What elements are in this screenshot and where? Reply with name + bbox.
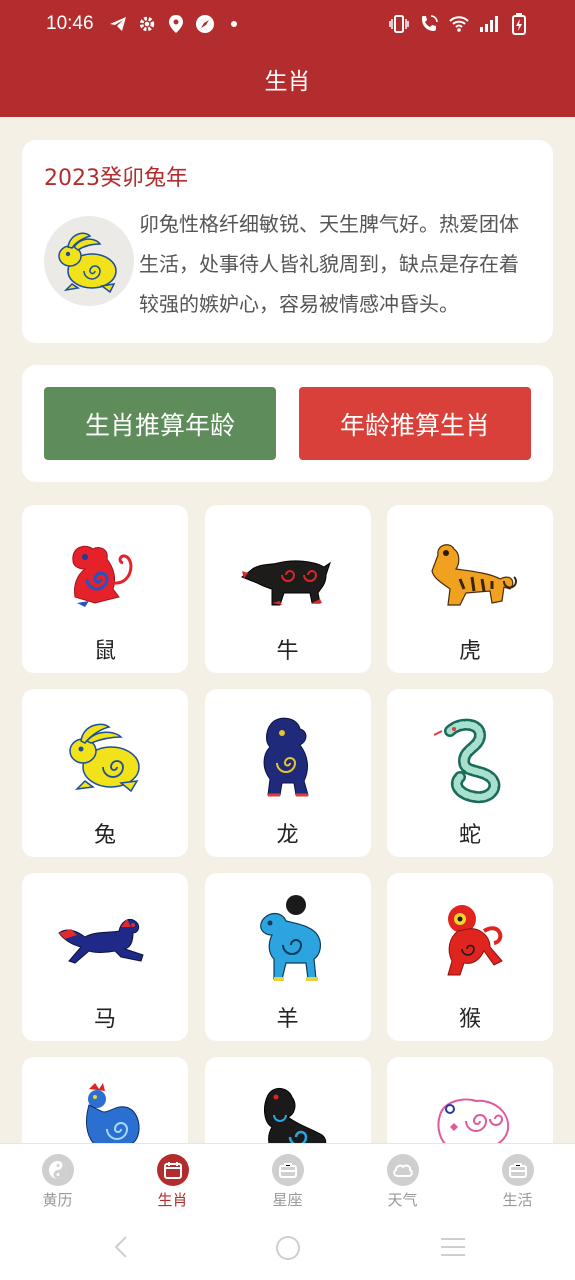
age-to-zodiac-button[interactable]: 年龄推算生肖 [299, 387, 531, 460]
zodiac-card-rabbit[interactable]: 兔 [22, 689, 188, 857]
ox-icon [240, 560, 331, 606]
zodiac-label: 牛 [276, 639, 299, 664]
zodiac-label: 龙 [276, 823, 299, 848]
top-header: 10:46 生肖 [0, 0, 575, 117]
zodiac-label: 虎 [458, 639, 481, 664]
nav-item-zodiac[interactable]: 生肖 [115, 1144, 230, 1213]
status-time: 10:46 [46, 13, 94, 34]
rabbit-icon [69, 723, 140, 793]
location-icon [166, 14, 186, 34]
system-nav-bar [0, 1213, 575, 1280]
zodiac-card-dragon[interactable]: 龙 [204, 689, 371, 857]
zodiac-card-tiger[interactable]: 虎 [387, 505, 553, 673]
telegram-icon [108, 14, 128, 34]
year-title: 2023癸卯兔年 [44, 166, 188, 191]
zodiac-label: 猴 [458, 1007, 481, 1032]
briefcase-icon [501, 1154, 534, 1186]
nav-item-weather[interactable]: 天气 [345, 1144, 460, 1213]
zodiac-label: 兔 [93, 823, 116, 848]
zodiac-card-rat[interactable]: 鼠 [22, 505, 188, 673]
horse-icon [58, 918, 144, 964]
battery-charging-icon [509, 13, 529, 35]
nav-label: 生活 [502, 1191, 533, 1209]
year-info-card: 2023癸卯兔年 卯兔性格纤细敏锐、天生脾气好。热爱团体生活，处事待人皆礼貌周到… [22, 140, 553, 343]
zodiac-label: 蛇 [458, 823, 481, 848]
rabbit-papercut-icon [44, 216, 134, 306]
nav-label: 天气 [387, 1191, 418, 1209]
zodiac-to-age-button[interactable]: 生肖推算年龄 [44, 387, 276, 460]
page-title: 生肖 [264, 69, 311, 95]
wifi-call-icon [419, 14, 439, 34]
year-description: 卯兔性格纤细敏锐、天生脾气好。热爱团体生活，处事待人皆礼貌周到，缺点是存在着较强… [139, 212, 519, 316]
nav-label: 星座 [272, 1191, 303, 1209]
nav-item-life[interactable]: 生活 [460, 1144, 575, 1213]
zodiac-label: 马 [93, 1007, 116, 1032]
calendar-icon [156, 1154, 189, 1186]
zodiac-label: 羊 [276, 1007, 299, 1032]
zodiac-label: 鼠 [93, 639, 116, 664]
cloud-icon [386, 1154, 419, 1186]
gear-icon [137, 14, 157, 34]
tiger-icon [431, 544, 517, 606]
vibrate-icon [389, 14, 409, 34]
dot-icon [224, 14, 244, 34]
briefcase-icon [271, 1154, 304, 1186]
recents-icon[interactable] [439, 1235, 467, 1263]
nav-item-almanac[interactable]: 黄历 [0, 1144, 115, 1213]
zodiac-grid: 鼠 牛 虎 兔 龙 蛇 马 羊 猴 [22, 505, 553, 1225]
home-icon[interactable] [275, 1235, 301, 1265]
zodiac-card-ox[interactable]: 牛 [204, 505, 371, 673]
zodiac-card-snake[interactable]: 蛇 [387, 689, 553, 857]
monkey-icon [447, 905, 503, 976]
action-card: 生肖推算年龄 年龄推算生肖 [22, 365, 553, 482]
rat-icon [72, 545, 133, 607]
goat-icon [259, 895, 321, 981]
snake-icon [433, 718, 501, 804]
back-icon[interactable] [110, 1235, 132, 1263]
wifi-icon [449, 14, 469, 34]
zodiac-card-horse[interactable]: 马 [22, 873, 188, 1041]
nav-label: 黄历 [42, 1191, 73, 1209]
zodiac-card-goat[interactable]: 羊 [204, 873, 371, 1041]
zodiac-card-monkey[interactable]: 猴 [387, 873, 553, 1041]
dragon-icon [263, 717, 309, 797]
nav-label: 生肖 [157, 1191, 188, 1209]
bottom-nav: 黄历 生肖 星座 天气 生活 [0, 1143, 575, 1213]
status-bar: 10:46 [0, 0, 575, 48]
signal-icon [479, 14, 499, 34]
yin-yang-icon [41, 1154, 74, 1186]
compass-icon [195, 14, 215, 34]
nav-item-horoscope[interactable]: 星座 [230, 1144, 345, 1213]
